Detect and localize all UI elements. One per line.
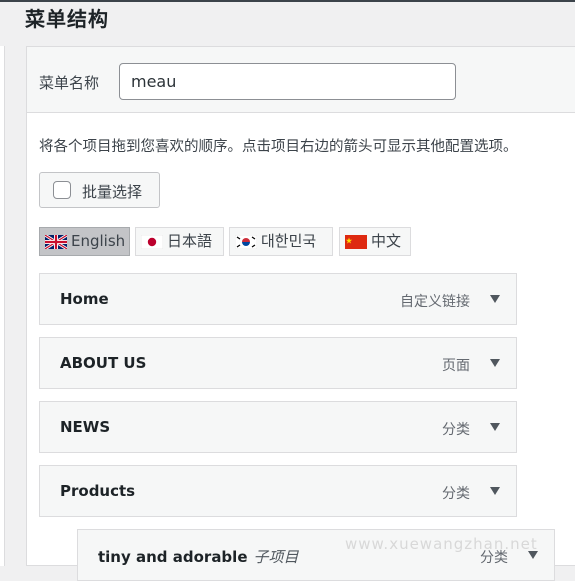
menu-item-type: 分类 — [442, 486, 470, 502]
language-tab-chinese[interactable]: 中文 — [339, 227, 411, 256]
expand-arrow-icon[interactable] — [490, 359, 500, 367]
menu-item[interactable]: Products 分类 — [39, 465, 517, 517]
japan-flag-icon — [141, 235, 163, 249]
menu-item-title: Home — [60, 290, 109, 308]
menu-item-type: 分类 — [442, 422, 470, 438]
menu-name-input[interactable]: meau — [119, 63, 456, 100]
language-label: 中文 — [371, 232, 402, 250]
watermark: www.xuewangzhan.net — [345, 535, 538, 553]
expand-arrow-icon[interactable] — [490, 423, 500, 431]
menu-name-label: 菜单名称 — [39, 74, 100, 92]
menu-item-title: tiny and adorable 子项目 — [98, 546, 299, 567]
page-title: 菜单结构 — [25, 7, 109, 31]
admin-bar-edge — [0, 0, 575, 2]
menu-item[interactable]: Home 自定义链接 — [39, 273, 517, 325]
bulk-select-label: 批量选择 — [82, 183, 143, 201]
subitem-badge: 子项目 — [253, 548, 299, 566]
menu-item-type: 自定义链接 — [400, 294, 470, 310]
menu-item-title: ABOUT US — [60, 354, 147, 372]
left-panel-edge — [0, 46, 5, 566]
language-label: English — [71, 232, 126, 250]
menu-item-title-text: tiny and adorable — [98, 548, 248, 566]
expand-arrow-icon[interactable] — [490, 487, 500, 495]
menu-item-title: Products — [60, 482, 136, 500]
menu-item[interactable]: NEWS 分类 — [39, 401, 517, 453]
menu-structure-panel: 菜单名称 meau 将各个项目拖到您喜欢的顺序。点击项目右边的箭头可显示其他配置… — [26, 46, 575, 581]
bulk-select-button[interactable]: 批量选择 — [39, 172, 160, 208]
menu-item[interactable]: ABOUT US 页面 — [39, 337, 517, 389]
language-tab-korean[interactable]: 대한민국 — [229, 227, 333, 256]
language-label: 대한민국 — [261, 232, 317, 250]
bulk-select-checkbox[interactable] — [53, 181, 71, 199]
expand-arrow-icon[interactable] — [490, 295, 500, 303]
language-tab-english[interactable]: English — [39, 227, 130, 256]
menu-item-title: NEWS — [60, 418, 111, 436]
china-flag-icon — [345, 235, 367, 249]
menu-name-header: 菜单名称 meau — [27, 47, 575, 113]
menu-item-type: 页面 — [442, 358, 470, 374]
language-label: 日本語 — [167, 232, 213, 250]
language-tab-japanese[interactable]: 日本語 — [135, 227, 224, 256]
uk-flag-icon — [45, 235, 67, 249]
korea-flag-icon — [235, 235, 257, 249]
drag-instructions: 将各个项目拖到您喜欢的顺序。点击项目右边的箭头可显示其他配置选项。 — [39, 139, 518, 155]
